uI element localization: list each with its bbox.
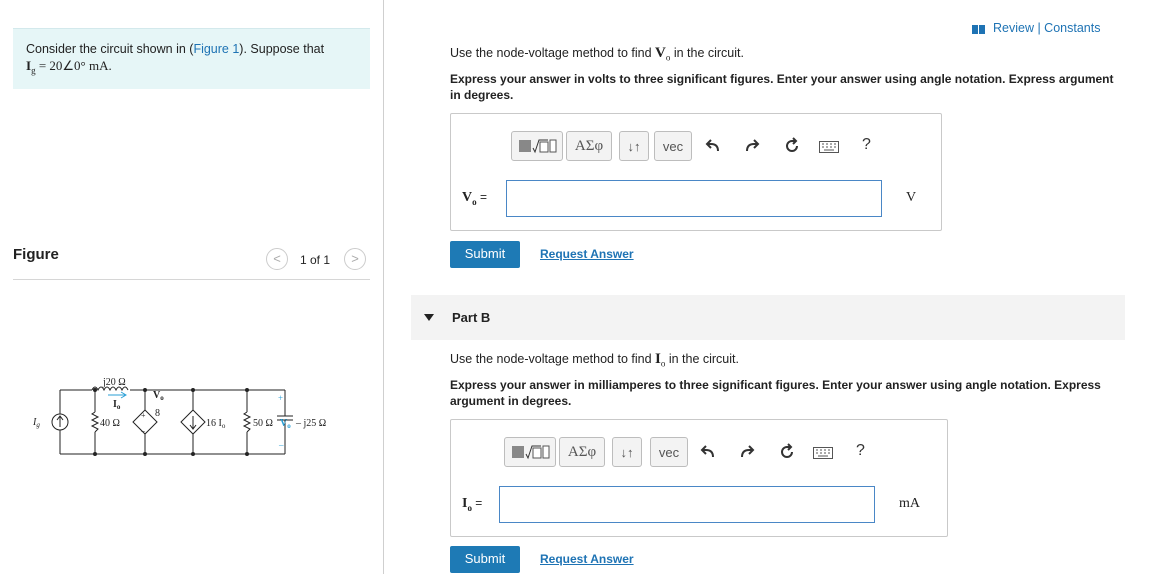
reset-icon[interactable]: [783, 137, 801, 155]
partB-answer-input[interactable]: [499, 486, 875, 523]
keyboard-icon[interactable]: [813, 447, 833, 459]
capacitor-label: – j25 Ω: [295, 418, 326, 429]
inductor-label: j20 Ω: [102, 377, 126, 388]
problem-equation: Ig = 20∠0° mA.: [26, 58, 112, 76]
partB-answer-label: Io =: [462, 496, 483, 513]
redo-icon[interactable]: [744, 138, 760, 154]
ig-label: Ig: [32, 417, 40, 429]
resistor-40: [90, 411, 100, 433]
help-icon[interactable]: ?: [862, 136, 871, 154]
vector-button[interactable]: vec: [650, 437, 688, 467]
divider: [13, 279, 370, 280]
collapse-triangle-icon[interactable]: [424, 314, 434, 322]
partB-instruction: Use the node-voltage method to find Io i…: [450, 351, 739, 369]
partA-unit: V: [906, 190, 917, 205]
keyboard-icon[interactable]: [819, 141, 839, 153]
templates-button[interactable]: [511, 131, 563, 161]
templates-icon: [519, 139, 557, 154]
figure-pager-text: 1 of 1: [300, 253, 331, 267]
pane-divider: [383, 0, 384, 574]
subscript-superscript-button[interactable]: ↓↑: [612, 437, 642, 467]
problem-statement: Consider the circuit shown in (Figure 1)…: [13, 28, 370, 89]
partA-request-answer-link[interactable]: Request Answer: [540, 247, 634, 261]
review-constants-link[interactable]: Review | Constants: [993, 21, 1100, 35]
redo-icon[interactable]: [739, 444, 755, 460]
vector-button[interactable]: vec: [654, 131, 692, 161]
figure-link[interactable]: Figure 1: [193, 42, 239, 56]
partB-submit-button[interactable]: Submit: [450, 546, 520, 573]
partA-answer-label: Vo =: [462, 190, 487, 207]
svg-text:+: +: [141, 411, 146, 420]
help-icon[interactable]: ?: [856, 442, 865, 460]
partB-request-answer-link[interactable]: Request Answer: [540, 552, 634, 566]
figure-heading: Figure: [13, 246, 59, 263]
next-figure-button[interactable]: >: [344, 248, 366, 270]
resistor-50-label: 50 Ω: [253, 418, 273, 429]
partA-instruction: Use the node-voltage method to find Vo i…: [450, 45, 744, 63]
vo8-denominator: 8: [155, 408, 160, 419]
dependent-current-label: 16 Io: [206, 418, 226, 430]
svg-text:–: –: [278, 440, 284, 450]
partA-math-toolbar: ΑΣφ ↓↑ vec ?: [511, 131, 871, 163]
svg-text:+: +: [278, 393, 283, 403]
partB-format-instruction: Express your answer in milliamperes to t…: [450, 378, 1101, 408]
vo8-numerator: Vo: [153, 390, 164, 402]
partB-header[interactable]: Part B: [411, 295, 1125, 340]
partB-title: Part B: [452, 310, 491, 325]
previous-figure-button[interactable]: <: [266, 248, 288, 270]
undo-icon[interactable]: [700, 444, 716, 460]
circuit-diagram: j20 Ω 40 Ω Ig Io Vo 8 + – 16 Io 50 Ω Vo …: [32, 377, 326, 456]
greek-symbols-button[interactable]: ΑΣφ: [559, 437, 605, 467]
templates-icon: [512, 445, 550, 460]
left-pane: Consider the circuit shown in (Figure 1)…: [0, 0, 383, 574]
reset-icon[interactable]: [778, 443, 796, 461]
book-icon: [972, 25, 985, 34]
partB-math-toolbar: ΑΣφ ↓↑ vec ?: [504, 437, 869, 469]
partB-unit: mA: [899, 496, 920, 511]
resistor-50: [242, 411, 252, 433]
subscript-superscript-button[interactable]: ↓↑: [619, 131, 649, 161]
problem-text: Consider the circuit shown in (Figure 1)…: [26, 42, 325, 56]
undo-icon[interactable]: [705, 138, 721, 154]
greek-symbols-button[interactable]: ΑΣφ: [566, 131, 612, 161]
partA-answer-input[interactable]: [506, 180, 882, 217]
io-label: Io: [113, 399, 121, 411]
templates-button[interactable]: [504, 437, 556, 467]
partA-submit-button[interactable]: Submit: [450, 241, 520, 268]
resistor-40-label: 40 Ω: [100, 418, 120, 429]
partA-format-instruction: Express your answer in volts to three si…: [450, 72, 1114, 102]
